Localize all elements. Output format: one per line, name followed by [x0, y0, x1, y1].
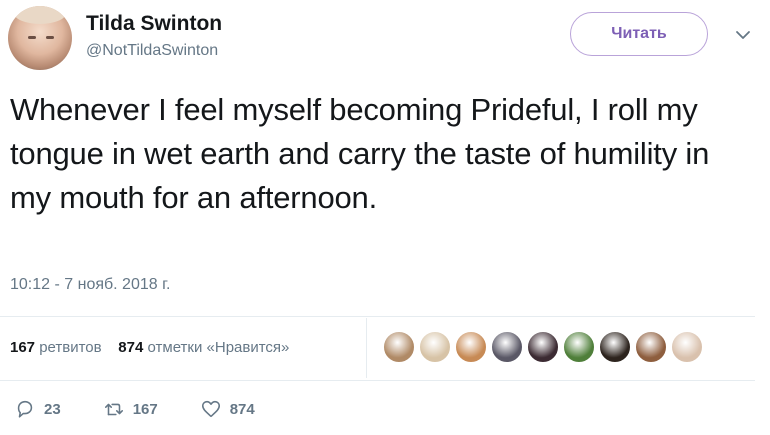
avatar-eye-left — [28, 36, 36, 39]
likes-stat[interactable]: 874 отметки «Нравится» — [118, 339, 289, 356]
retweet-icon — [104, 403, 123, 416]
heart-icon — [201, 400, 220, 418]
liker-avatar-5[interactable] — [527, 331, 559, 363]
liker-avatar-2[interactable] — [419, 331, 451, 363]
author-handle[interactable]: @NotTildaSwinton — [86, 42, 218, 60]
liker-avatars — [383, 331, 707, 363]
liker-avatar-1[interactable] — [383, 331, 415, 363]
likes-stat-label: отметки «Нравится» — [147, 339, 290, 356]
reply-action[interactable]: 23 — [14, 398, 61, 420]
liker-avatar-6[interactable] — [563, 331, 595, 363]
author-name[interactable]: Tilda Swinton — [86, 12, 222, 36]
avatar-hair — [14, 6, 66, 24]
tweet-actions: 23 167 874 — [14, 398, 297, 420]
like-action[interactable]: 874 — [200, 398, 255, 420]
likes-stat-count: 874 — [118, 339, 144, 356]
tweet-text: Whenever I feel myself becoming Prideful… — [10, 92, 710, 215]
chevron-down-icon[interactable] — [734, 26, 752, 44]
retweets-stat-label: ретвитов — [39, 339, 102, 356]
engagement-stats: 167 ретвитов 874 отметки «Нравится» — [10, 339, 289, 356]
retweet-count: 167 — [132, 400, 158, 418]
reply-icon — [17, 400, 33, 418]
tweet-timestamp[interactable]: 10:12 - 7 нояб. 2018 г. — [10, 276, 170, 294]
stats-separator — [366, 318, 367, 378]
liker-avatar-3[interactable] — [455, 331, 487, 363]
divider-bottom — [0, 380, 755, 381]
divider-top — [0, 316, 755, 317]
like-count: 874 — [229, 400, 255, 418]
liker-avatar-4[interactable] — [491, 331, 523, 363]
reply-count: 23 — [44, 400, 61, 418]
author-avatar[interactable] — [8, 6, 72, 70]
liker-avatar-9[interactable] — [671, 331, 703, 363]
follow-button[interactable]: Читать — [570, 12, 708, 56]
retweet-action[interactable]: 167 — [103, 398, 158, 420]
avatar-eye-right — [46, 36, 54, 39]
follow-button-label: Читать — [611, 25, 667, 42]
retweets-stat-count: 167 — [10, 339, 36, 356]
liker-avatar-7[interactable] — [599, 331, 631, 363]
liker-avatar-8[interactable] — [635, 331, 667, 363]
retweets-stat[interactable]: 167 ретвитов — [10, 339, 102, 356]
